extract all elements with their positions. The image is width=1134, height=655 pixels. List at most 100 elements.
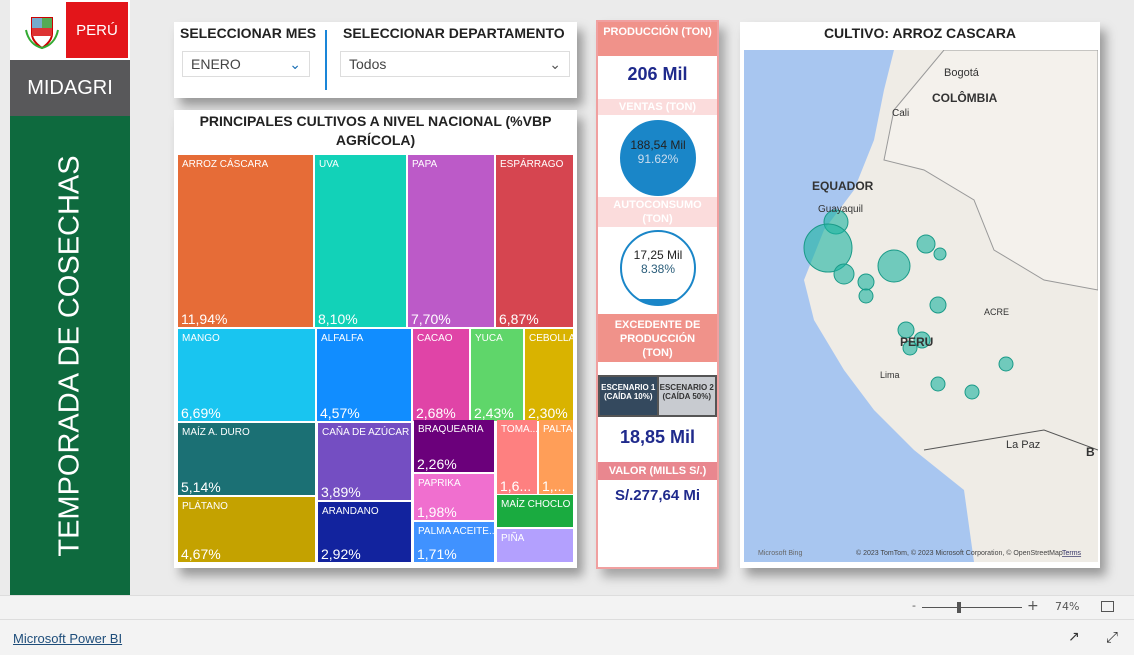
treemap-tile[interactable]: PIÑA [497, 529, 573, 562]
treemap-tile[interactable]: CACAO 2,68% [413, 329, 469, 421]
tile-value: 5,14% [181, 479, 221, 495]
kpi-panel: PRODUCCIÓN (TON) 206 Mil VENTAS (TON) 18… [596, 20, 719, 569]
zoom-bar: - + 74% [0, 595, 1134, 619]
month-value: ENERO [191, 56, 241, 72]
tile-value: 2,68% [416, 405, 456, 421]
zoom-out-button[interactable]: - [912, 599, 916, 612]
tile-name: BRAQUEARIA [418, 424, 484, 435]
map-title: CULTIVO: ARROZ CASCARA [823, 25, 1017, 41]
map-bubble[interactable] [916, 234, 936, 254]
tile-name: MAÍZ CHOCLO [501, 499, 571, 510]
tile-name: ARROZ CÁSCARA [182, 159, 269, 170]
scenario-2-button[interactable]: ESCENARIO 2 (CAÍDA 50%) [658, 377, 715, 415]
tile-value: 8,10% [318, 311, 358, 327]
treemap-tile[interactable]: ARANDANO 2,92% [318, 502, 411, 562]
bing-logo: Microsoft Bing [758, 550, 802, 557]
map-bubble[interactable] [929, 296, 947, 314]
production-label: PRODUCCIÓN (TON) [598, 22, 717, 56]
map-label-peru: PERU [900, 335, 933, 349]
tile-value: 1,98% [417, 504, 457, 520]
map-label-ecuador: EQUADOR [812, 179, 874, 193]
scenario-toggle: ESCENARIO 1 (CAÍDA 10%) ESCENARIO 2 (CAÍ… [598, 375, 717, 417]
value-amount: S/.277,64 Mi [614, 487, 701, 504]
tile-value: 11,94% [181, 311, 228, 327]
treemap-tile[interactable]: MAÍZ A. DURO 5,14% [178, 423, 315, 495]
tile-name: ESPÁRRAGO [500, 159, 564, 170]
sales-gauge: 188,54 Mil 91.62% [620, 120, 696, 196]
tile-name: CEBOLLA [529, 333, 573, 344]
share-icon[interactable]: ↗ [1068, 629, 1080, 645]
fullscreen-icon[interactable]: ⤢ [1106, 628, 1118, 646]
treemap-tile[interactable]: TOMA... 1,6... [497, 420, 537, 494]
tile-name: PAPRIKA [418, 478, 461, 489]
zoom-slider-handle[interactable] [957, 602, 961, 613]
tile-value: 4,67% [181, 546, 221, 562]
sales-label: VENTAS (TON) [598, 99, 717, 115]
treemap-tile[interactable]: MAÍZ CHOCLO [497, 495, 573, 527]
tile-name: CAÑA DE AZÚCAR [322, 427, 410, 438]
tile-value: 6,87% [499, 311, 539, 327]
self-consumption-gauge: 17,25 Mil 8.38% [620, 230, 696, 306]
treemap-tile[interactable]: PAPA 7,70% [408, 155, 494, 327]
treemap-tile[interactable]: CAÑA DE AZÚCAR 3,89% [318, 423, 411, 500]
treemap-tile[interactable]: BRAQUEARIA 2,26% [414, 420, 494, 472]
tile-name: CACAO [417, 333, 453, 344]
map-bubble[interactable] [833, 263, 855, 285]
treemap-tile[interactable]: PAPRIKA 1,98% [414, 474, 494, 520]
department-dropdown[interactable]: Todos ⌄ [340, 51, 570, 77]
tile-value: 3,89% [321, 484, 361, 500]
treemap-tile[interactable]: ESPÁRRAGO 6,87% [496, 155, 573, 327]
map-bubble[interactable] [998, 356, 1014, 372]
map-bubble[interactable] [964, 384, 980, 400]
report-title: TEMPORADA DE COSECHAS [53, 155, 86, 557]
map-bubble[interactable] [930, 376, 946, 392]
treemap-tile[interactable]: YUCA 2,43% [471, 329, 523, 421]
slicers-panel: SELECCIONAR MES ENERO ⌄ SELECCIONAR DEPAR… [174, 22, 577, 98]
map-visual: CULTIVO: ARROZ CASCARA Bogotá COLÔMBIA C… [740, 22, 1100, 568]
department-value: Todos [349, 56, 387, 72]
treemap-tile[interactable]: UVA 8,10% [315, 155, 406, 327]
map-label-acre: ACRE [984, 307, 1009, 317]
tile-name: UVA [319, 159, 339, 170]
self-consumption-label: AUTOCONSUMO (TON) [598, 197, 717, 227]
map-label-bogota: Bogotá [944, 67, 980, 79]
map-label-b: B [1086, 445, 1095, 459]
map-label-cali: Cali [892, 108, 909, 119]
map-bubble[interactable] [933, 247, 947, 261]
map-bubble[interactable] [877, 249, 911, 283]
treemap-tile[interactable]: ALFALFA 4,57% [317, 329, 411, 421]
zoom-level: 74% [1055, 600, 1080, 613]
tile-name: ARANDANO [322, 506, 379, 517]
treemap-tile[interactable]: MANGO 6,69% [178, 329, 315, 421]
tile-name: TOMA... [501, 424, 537, 435]
map-bubble[interactable] [858, 288, 874, 304]
tile-value: 2,43% [474, 405, 514, 421]
sales-value: 188,54 Mil [630, 138, 686, 152]
treemap-tile[interactable]: PALTA 1,... [539, 420, 573, 494]
tile-name: PIÑA [501, 533, 525, 544]
treemap-tile[interactable]: CEBOLLA 2,30% [525, 329, 573, 421]
zoom-in-button[interactable]: + [1027, 598, 1039, 614]
fit-to-page-icon[interactable] [1101, 601, 1114, 612]
surplus-value: 18,85 Mil [619, 427, 696, 447]
map-bubble[interactable] [857, 273, 875, 291]
map-canvas[interactable]: Bogotá COLÔMBIA Cali EQUADOR Guayaquil P… [744, 50, 1098, 562]
power-bi-link[interactable]: Microsoft Power BI [13, 631, 122, 646]
tile-value: 1,6... [500, 478, 532, 494]
zoom-slider[interactable] [922, 607, 1022, 608]
treemap-tile[interactable]: ARROZ CÁSCARA 11,94% [178, 155, 313, 327]
sales-percent: 91.62% [637, 152, 679, 166]
tile-value: 4,57% [320, 405, 360, 421]
map-copyright: © 2023 TomTom, © 2023 Microsoft Corporat… [856, 549, 1063, 557]
midagri-logo-text: MIDAGRI [10, 60, 130, 116]
map-terms-link[interactable]: Terms [1062, 550, 1082, 557]
tile-name: PAPA [412, 159, 438, 170]
month-dropdown[interactable]: ENERO ⌄ [182, 51, 310, 77]
treemap-tile[interactable]: PALMA ACEITE... 1,71% [414, 522, 494, 562]
treemap-tile[interactable]: PLÁTANO 4,67% [178, 497, 315, 562]
crops-treemap: PRINCIPALES CULTIVOS A NIVEL NACIONAL (%… [174, 110, 577, 568]
scenario-1-button[interactable]: ESCENARIO 1 (CAÍDA 10%) [600, 377, 657, 415]
tile-value: 1,... [542, 478, 566, 494]
map-label-la-paz: La Paz [1006, 439, 1040, 451]
self-consumption-percent: 8.38% [640, 262, 676, 276]
